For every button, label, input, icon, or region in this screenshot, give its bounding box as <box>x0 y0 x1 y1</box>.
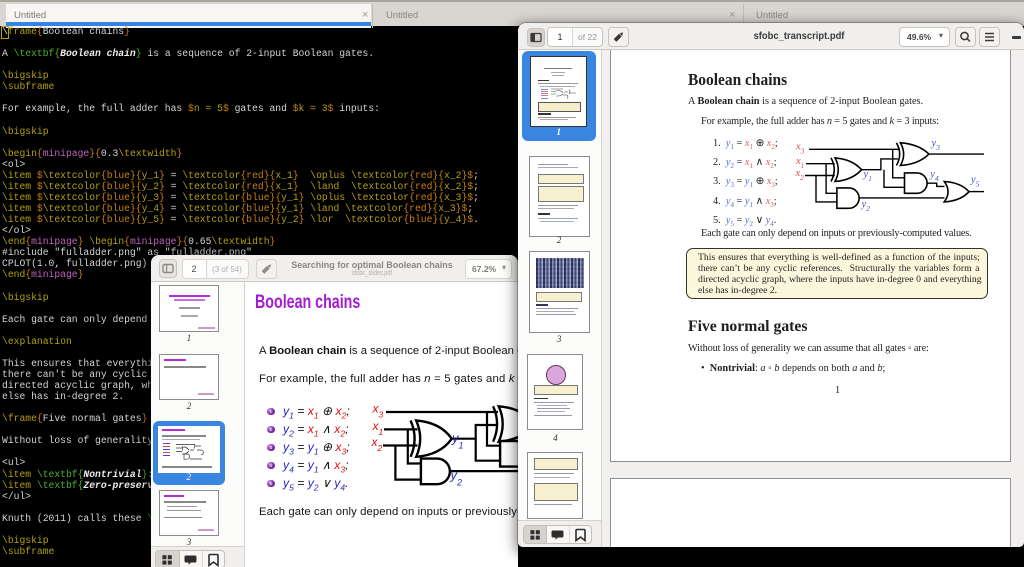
svg-text:y1: y1 <box>451 430 464 450</box>
svg-text:x3: x3 <box>795 142 805 156</box>
svg-text:x2: x2 <box>371 435 383 453</box>
svg-text:y2: y2 <box>861 199 871 213</box>
svg-text:y5: y5 <box>970 174 980 188</box>
svg-text:y3: y3 <box>931 138 941 152</box>
svg-text:y1: y1 <box>863 169 872 183</box>
svg-text:x3: x3 <box>372 401 384 419</box>
svg-text:y4: y4 <box>929 169 939 183</box>
